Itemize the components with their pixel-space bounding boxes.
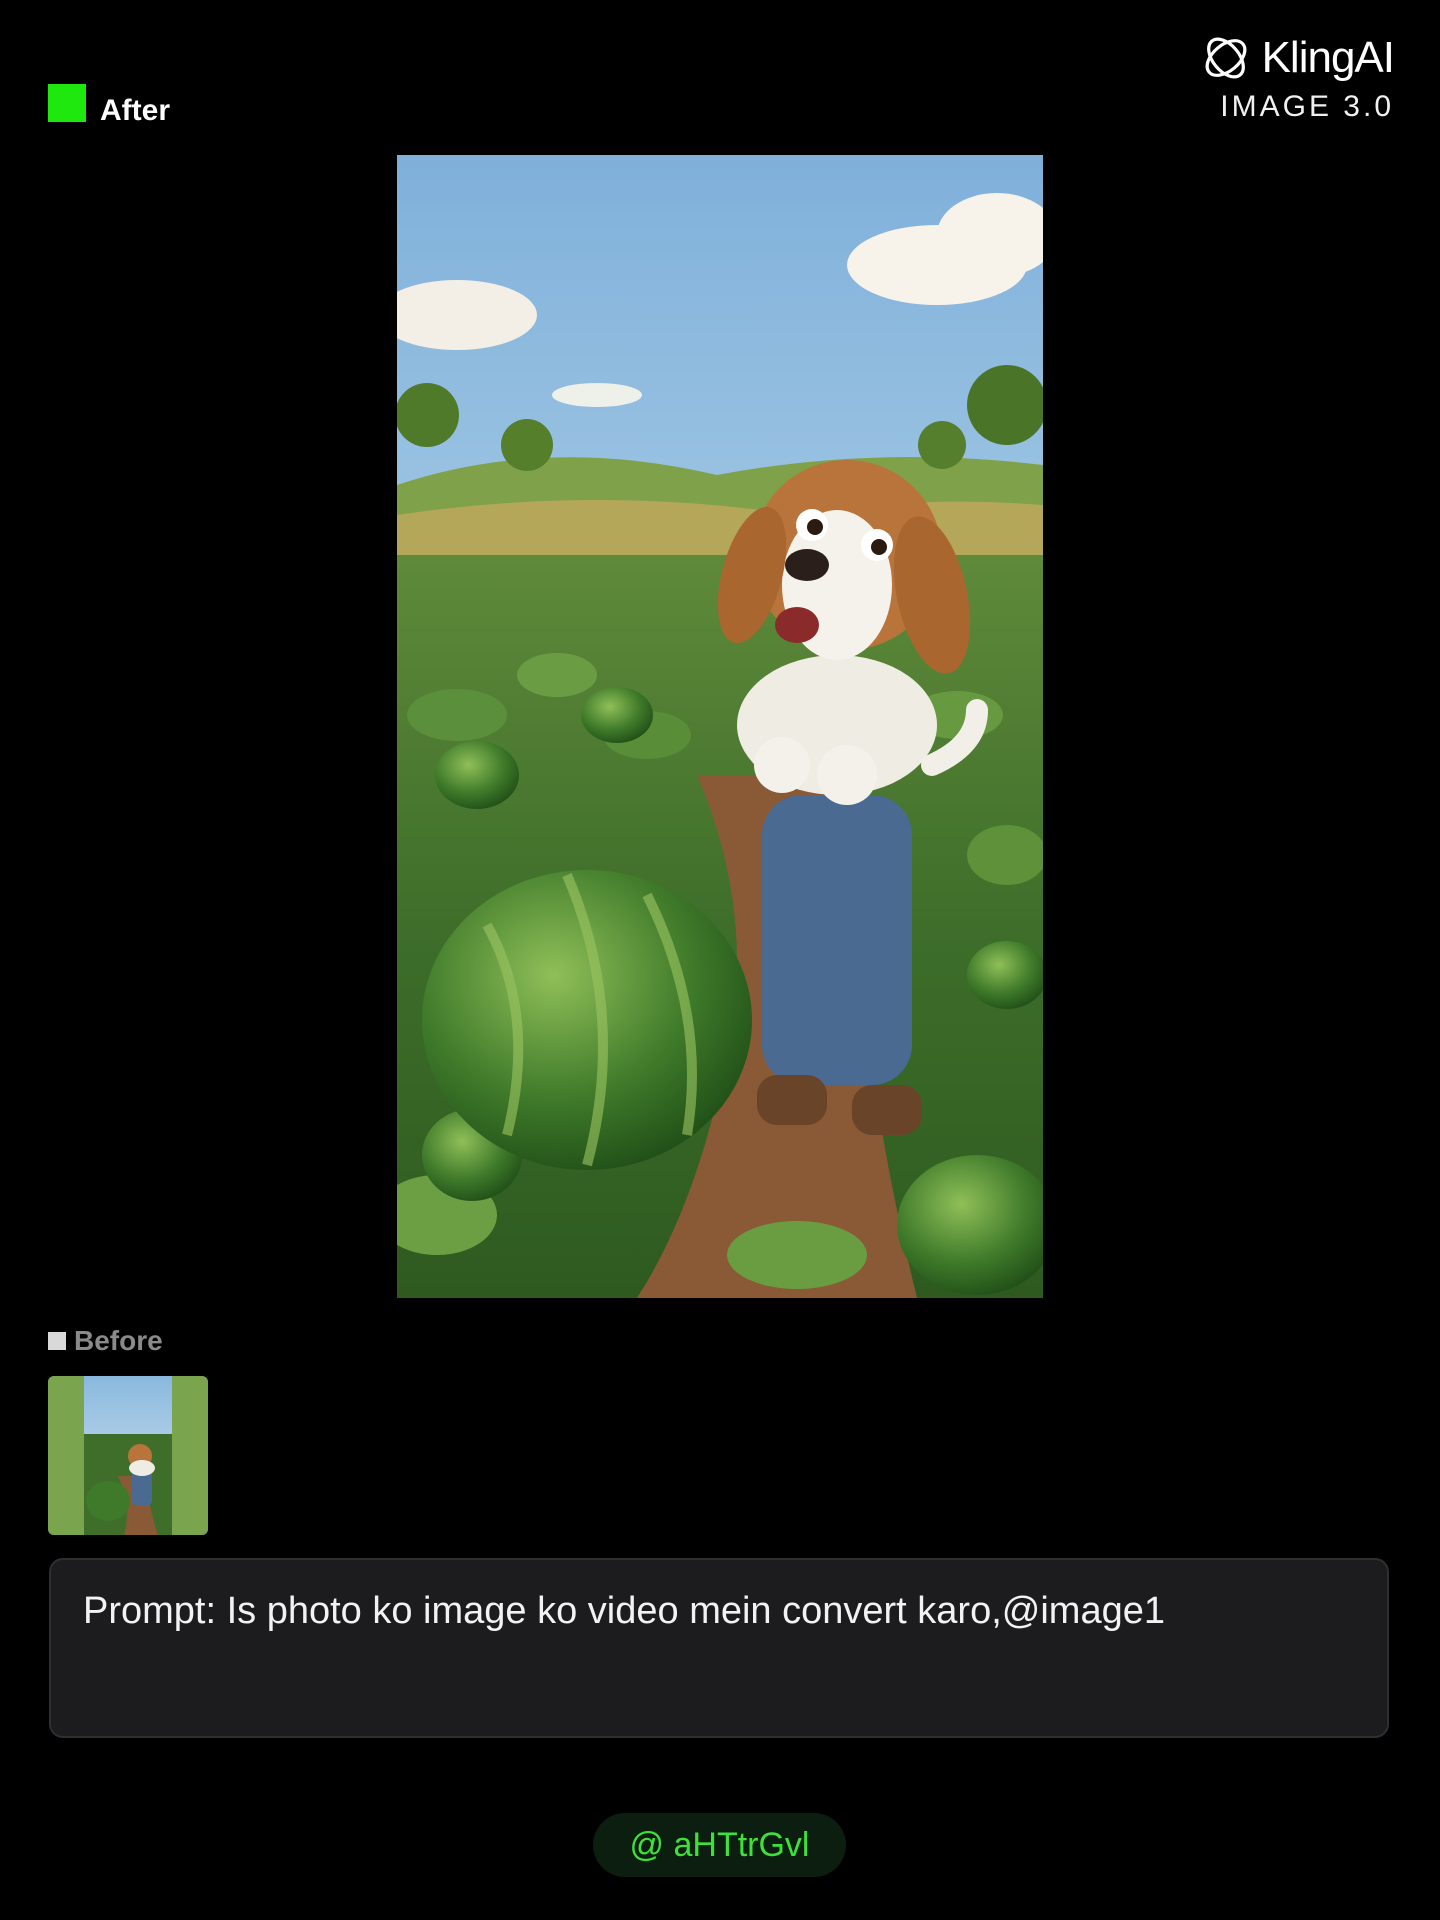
gray-square-icon bbox=[48, 1332, 66, 1350]
creator-handle-text: @ aHTtrGvl bbox=[629, 1825, 810, 1864]
creator-handle-badge[interactable]: @ aHTtrGvl bbox=[593, 1813, 846, 1877]
prompt-text: Prompt: Is photo ko image ko video mein … bbox=[83, 1590, 1165, 1632]
green-square-icon bbox=[48, 84, 86, 122]
logo-subtitle: IMAGE 3.0 bbox=[1220, 90, 1394, 123]
source-image-thumbnail[interactable] bbox=[48, 1376, 208, 1535]
after-label-text: After bbox=[100, 94, 171, 127]
before-label-text: Before bbox=[74, 1325, 163, 1356]
logo-name: KlingAI bbox=[1261, 33, 1395, 82]
klingai-logo-icon bbox=[1205, 37, 1246, 79]
brand-logo: KlingAI IMAGE 3.0 bbox=[1174, 32, 1395, 132]
before-label: Before bbox=[48, 1325, 163, 1357]
prompt-box: Prompt: Is photo ko image ko video mein … bbox=[49, 1558, 1389, 1738]
generated-image[interactable] bbox=[397, 155, 1043, 1298]
after-label: After bbox=[48, 84, 170, 126]
